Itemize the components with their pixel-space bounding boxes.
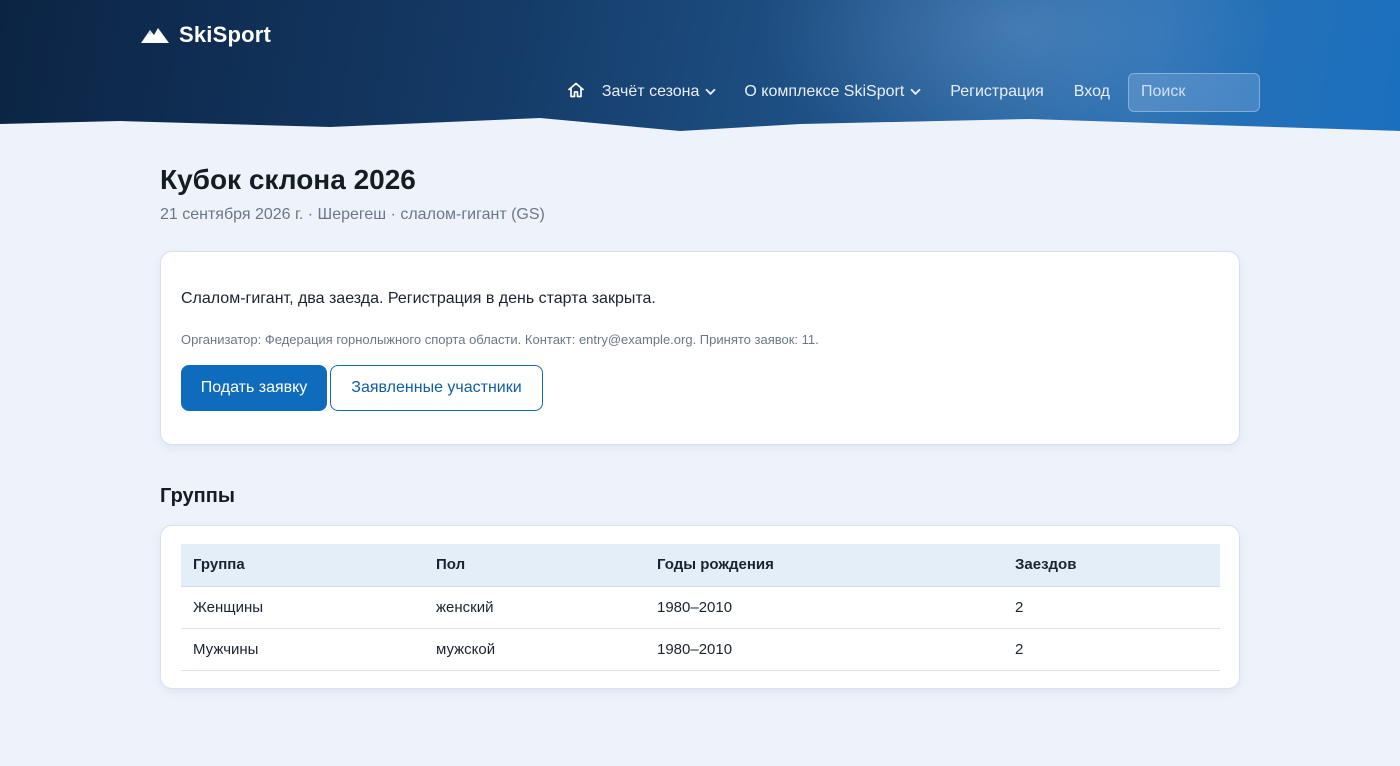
column-header-birth-years: Годы рождения bbox=[645, 544, 1003, 587]
nav-home[interactable] bbox=[567, 72, 585, 112]
event-info-card: Слалом-гигант, два заезда. Регистрация в… bbox=[160, 251, 1240, 445]
main-nav: Зачёт сезона О комплексе SkiSport Регист… bbox=[567, 72, 1260, 112]
event-description: Слалом-гигант, два заезда. Регистрация в… bbox=[181, 290, 656, 307]
column-header-group: Группа bbox=[181, 544, 424, 587]
column-header-runs: Заездов bbox=[1003, 544, 1220, 587]
nav-login[interactable]: Вход bbox=[1074, 72, 1110, 112]
cell-runs: 2 bbox=[1003, 586, 1220, 629]
cell-group: Женщины bbox=[181, 586, 424, 629]
nav-about-label: О комплексе SkiSport bbox=[744, 83, 905, 100]
page-subtitle: 21 сентября 2026 г. · Шерегеш · слалом-г… bbox=[160, 206, 545, 223]
home-icon bbox=[567, 81, 585, 104]
participants-button[interactable]: Заявленные участники bbox=[330, 365, 543, 411]
chevron-down-icon bbox=[910, 88, 921, 96]
nav-season-label: Зачёт сезона bbox=[601, 83, 700, 100]
groups-card: Группа Пол Годы рождения Заездов Женщины… bbox=[160, 525, 1240, 689]
table-row: Женщины женский 1980–2010 2 bbox=[181, 586, 1220, 629]
cell-gender: женский bbox=[424, 586, 645, 629]
search-input[interactable] bbox=[1128, 72, 1260, 112]
nav-season-standings[interactable]: Зачёт сезона bbox=[602, 72, 717, 112]
chevron-down-icon bbox=[705, 88, 716, 96]
column-header-gender: Пол bbox=[424, 544, 645, 587]
apply-button[interactable]: Подать заявку bbox=[181, 365, 327, 411]
site-header: SkiSport Зачёт сезона О комплексе SkiSpo… bbox=[0, 0, 1400, 134]
brand-name: SkiSport bbox=[179, 22, 272, 47]
cell-gender: мужской bbox=[424, 628, 645, 671]
table-header-row: Группа Пол Годы рождения Заездов bbox=[181, 544, 1220, 587]
snow-edge bbox=[0, 118, 1400, 134]
nav-about[interactable]: О комплексе SkiSport bbox=[744, 72, 921, 112]
groups-table: Группа Пол Годы рождения Заездов Женщины… bbox=[181, 544, 1220, 671]
cell-birth-years: 1980–2010 bbox=[645, 586, 1003, 629]
cell-runs: 2 bbox=[1003, 628, 1220, 671]
table-row: Мужчины мужской 1980–2010 2 bbox=[181, 628, 1220, 671]
event-note: Организатор: Федерация горнолыжного спор… bbox=[181, 332, 819, 347]
header-glow bbox=[760, 0, 1280, 134]
mountain-icon bbox=[141, 26, 169, 44]
groups-section-title: Группы bbox=[160, 485, 235, 507]
brand[interactable]: SkiSport bbox=[141, 20, 271, 50]
page-title: Кубок склона 2026 bbox=[160, 164, 416, 195]
cell-birth-years: 1980–2010 bbox=[645, 628, 1003, 671]
nav-registration[interactable]: Регистрация bbox=[950, 72, 1044, 112]
cell-group: Мужчины bbox=[181, 628, 424, 671]
